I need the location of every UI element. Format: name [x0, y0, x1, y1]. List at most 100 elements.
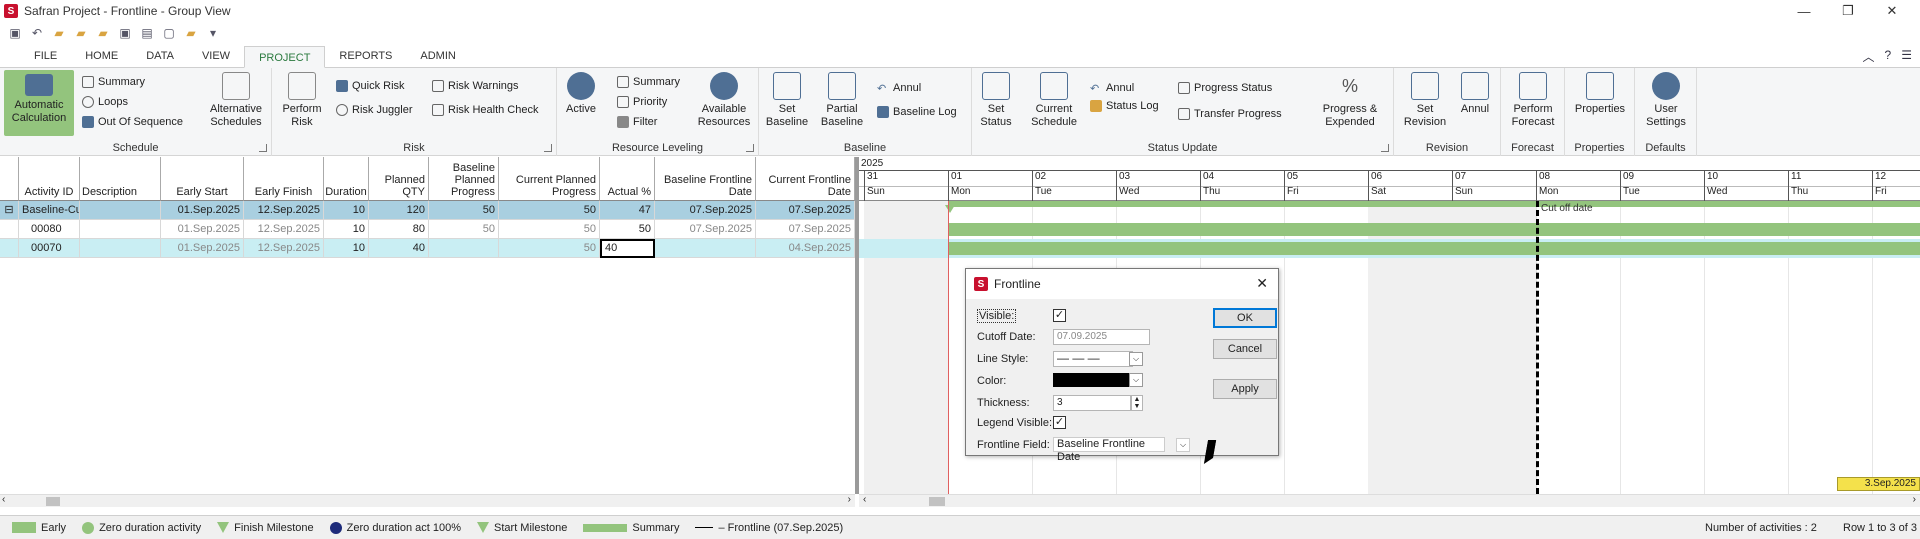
thickness-spinner-icon[interactable]: ▲ ▼ [1131, 395, 1143, 411]
activity-bar-00070[interactable] [948, 242, 1920, 255]
table-row[interactable]: ⊟ Baseline-Cur 01.Sep.2025 12.Sep.2025 1… [0, 201, 855, 220]
line-style-dropdown-icon[interactable]: ⌵ [1129, 352, 1143, 366]
perform-risk-button[interactable]: Perform Risk [280, 72, 324, 129]
tab-admin[interactable]: ADMIN [406, 45, 469, 67]
cell-current-planned-progress[interactable]: 50 [499, 239, 600, 258]
cell-current-planned-progress[interactable]: 50 [499, 220, 600, 239]
header-early-finish[interactable]: Early Finish [244, 157, 324, 201]
header-activity-id[interactable]: Activity ID [19, 157, 80, 201]
legend-visible-checkbox[interactable]: ✓ [1053, 416, 1066, 429]
restore-icon[interactable]: ❐ [1826, 0, 1870, 22]
cell-duration[interactable]: 10 [324, 239, 369, 258]
table-row[interactable]: 00070 01.Sep.2025 12.Sep.2025 10 40 50 4… [0, 239, 855, 258]
actual-percent-edit-input[interactable]: 40 [600, 239, 655, 258]
line-style-select[interactable]: — — — [1053, 351, 1133, 367]
activity-bar-00080[interactable] [948, 223, 1920, 236]
cell-activity-id[interactable]: 00080 [19, 220, 80, 239]
set-status-button[interactable]: Set Status [978, 72, 1014, 129]
cutoff-date-field[interactable]: 07.09.2025 [1053, 329, 1150, 345]
gantt-scroll-right-icon[interactable]: › [1913, 494, 1916, 505]
header-expander[interactable] [0, 157, 19, 201]
table-row[interactable]: 00080 01.Sep.2025 12.Sep.2025 10 80 50 5… [0, 220, 855, 239]
cell-baseline-planned-progress[interactable] [429, 239, 499, 258]
header-baseline-planned-progress[interactable]: Baseline Planned Progress [429, 157, 499, 201]
cell-current-frontline-date[interactable]: 04.Sep.2025 [756, 239, 855, 258]
schedule-launcher-icon[interactable] [259, 144, 267, 152]
cell-baseline-frontline-date[interactable] [655, 239, 756, 258]
cell-duration[interactable]: 10 [324, 201, 369, 220]
rl-summary-button[interactable]: Summary [617, 76, 680, 88]
grid-horizontal-scrollbar[interactable]: ‹ › [0, 494, 855, 507]
risk-juggler-button[interactable]: Risk Juggler [336, 104, 413, 116]
dialog-close-icon[interactable]: ✕ [1256, 275, 1268, 292]
tab-data[interactable]: DATA [132, 45, 188, 67]
tab-view[interactable]: VIEW [188, 45, 244, 67]
cell-description[interactable] [80, 239, 161, 258]
undo-icon[interactable]: ↶ [30, 26, 44, 40]
tab-project[interactable]: PROJECT [244, 46, 326, 68]
summary-bar[interactable] [948, 201, 1920, 207]
user-settings-button[interactable]: User Settings [1641, 72, 1691, 129]
cell-current-frontline-date[interactable]: 07.Sep.2025 [756, 201, 855, 220]
cell-current-frontline-date[interactable]: 07.Sep.2025 [756, 220, 855, 239]
header-current-planned-progress[interactable]: Current Planned Progress [499, 157, 600, 201]
thickness-field[interactable]: 3 [1053, 395, 1131, 411]
priority-button[interactable]: Priority [617, 96, 667, 108]
properties-button[interactable]: Properties [1571, 72, 1629, 116]
open-icon[interactable]: ▰ [74, 26, 88, 40]
cell-planned-qty[interactable]: 80 [369, 220, 429, 239]
close-icon[interactable]: ✕ [1870, 0, 1914, 22]
status-log-button[interactable]: Status Log [1090, 100, 1159, 112]
risk-launcher-icon[interactable] [544, 144, 552, 152]
collapse-ribbon-icon[interactable]: ︿ [1863, 48, 1875, 65]
available-resources-button[interactable]: Available Resources [695, 72, 753, 129]
current-schedule-button[interactable]: Current Schedule [1028, 72, 1080, 129]
resource-leveling-launcher-icon[interactable] [746, 144, 754, 152]
header-description[interactable]: Description [80, 157, 161, 201]
frontline-field-dropdown-icon[interactable]: ⌵ [1176, 438, 1190, 452]
cell-baseline-frontline-date[interactable]: 07.Sep.2025 [655, 220, 756, 239]
gantt-scrollbar-thumb[interactable] [929, 497, 945, 506]
cancel-button[interactable]: Cancel [1213, 339, 1277, 359]
cell-baseline-planned-progress[interactable]: 50 [429, 220, 499, 239]
status-annul-button[interactable]: ↶ Annul [1090, 82, 1134, 95]
out-of-sequence-button[interactable]: Out Of Sequence [82, 116, 183, 128]
cell-description[interactable] [80, 201, 161, 220]
tab-reports[interactable]: REPORTS [325, 45, 406, 67]
progress-status-button[interactable]: Progress Status [1178, 82, 1272, 94]
new-icon[interactable]: ▰ [52, 26, 66, 40]
save-as-icon[interactable]: ▣ [118, 26, 132, 40]
ok-button[interactable]: OK [1213, 308, 1277, 328]
header-baseline-frontline-date[interactable]: Baseline Frontline Date [655, 157, 756, 201]
tab-home[interactable]: HOME [71, 45, 132, 67]
cell-activity-id[interactable]: Baseline-Cur [19, 201, 80, 220]
header-early-start[interactable]: Early Start [161, 157, 244, 201]
cell-early-finish[interactable]: 12.Sep.2025 [244, 201, 324, 220]
export-icon[interactable]: ▰ [184, 26, 198, 40]
quick-risk-button[interactable]: Quick Risk [336, 80, 405, 92]
gantt-horizontal-scrollbar[interactable]: ‹ › [859, 494, 1920, 507]
cell-description[interactable] [80, 220, 161, 239]
set-baseline-button[interactable]: Set Baseline [765, 72, 809, 129]
progress-expended-button[interactable]: % Progress & Expended [1318, 72, 1382, 129]
header-current-frontline-date[interactable]: Current Frontline Date [756, 157, 855, 201]
cell-early-start[interactable]: 01.Sep.2025 [161, 201, 244, 220]
cell-actual-percent[interactable]: 47 [600, 201, 655, 220]
minimize-icon[interactable]: — [1782, 0, 1826, 22]
color-swatch[interactable] [1053, 373, 1129, 387]
preview-icon[interactable]: ▢ [162, 26, 176, 40]
header-duration[interactable]: Duration [324, 157, 369, 201]
cell-early-finish[interactable]: 12.Sep.2025 [244, 220, 324, 239]
cell-activity-id[interactable]: 00070 [19, 239, 80, 258]
status-update-launcher-icon[interactable] [1381, 144, 1389, 152]
cell-current-planned-progress[interactable]: 50 [499, 201, 600, 220]
gantt-scroll-left-icon[interactable]: ‹ [863, 494, 866, 505]
cell-early-finish[interactable]: 12.Sep.2025 [244, 239, 324, 258]
cell-early-start[interactable]: 01.Sep.2025 [161, 239, 244, 258]
menu-icon[interactable]: ☰ [1901, 48, 1912, 65]
filter-button[interactable]: Filter [617, 116, 657, 128]
cell-baseline-planned-progress[interactable]: 50 [429, 201, 499, 220]
baseline-log-button[interactable]: Baseline Log [877, 106, 957, 118]
summary-button[interactable]: Summary [82, 76, 145, 88]
baseline-annul-button[interactable]: ↶ Annul [877, 82, 921, 95]
